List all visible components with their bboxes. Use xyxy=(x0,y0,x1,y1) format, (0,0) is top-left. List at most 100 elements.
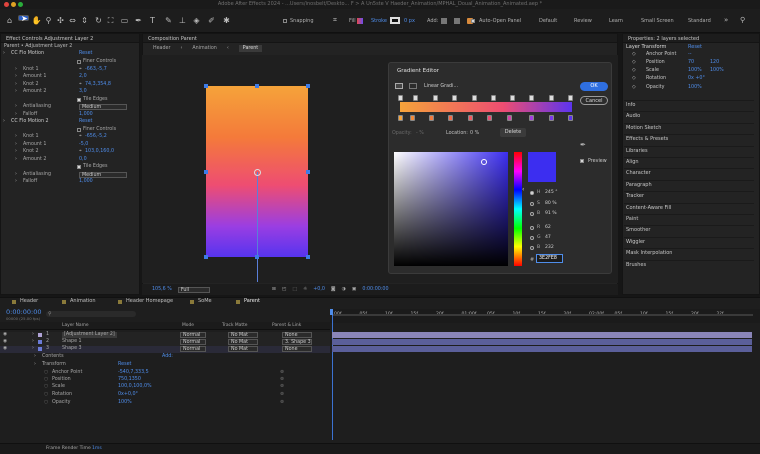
color-icon[interactable]: ◑ xyxy=(342,287,346,293)
property-value[interactable]: 0x +0° xyxy=(688,76,705,82)
workspace-default[interactable]: Default xyxy=(539,18,557,24)
roto-brush-tool-icon[interactable]: ✐ xyxy=(206,15,217,26)
effect-controls-tab[interactable]: Effect Controls Adjustment Layer 2 xyxy=(1,34,139,43)
expand-arrow-icon[interactable]: › xyxy=(15,142,17,148)
panel-item[interactable]: Paint xyxy=(626,216,638,222)
color-stop-icon[interactable] xyxy=(529,115,534,121)
opacity-stop-icon[interactable] xyxy=(452,95,457,101)
effect-row[interactable]: › CC Flo Motion 2 Reset xyxy=(1,119,141,126)
color-stop-icon[interactable] xyxy=(549,115,554,121)
layer-bar[interactable] xyxy=(332,339,752,345)
color-stop-icon[interactable] xyxy=(487,115,492,121)
panel-item[interactable]: Audio xyxy=(626,113,640,119)
property-value[interactable]: 70 xyxy=(688,60,694,66)
effect-row[interactable]: › Knot 1 ⌖ -663,-5,7 xyxy=(1,67,141,74)
expand-arrow-icon[interactable]: › xyxy=(15,89,17,95)
effect-row[interactable]: Finer Controls xyxy=(1,127,141,134)
pan-tool-icon[interactable]: ⇔ xyxy=(67,15,78,26)
composition-tab[interactable]: Composition Parent xyxy=(143,34,617,43)
effect-row[interactable]: › Falloff 1,000 xyxy=(1,112,141,119)
effect-row[interactable]: › Antialiasing Medium xyxy=(1,104,141,111)
layer-property-value[interactable]: Reset xyxy=(118,362,131,368)
pen-tool-icon[interactable]: ✒ xyxy=(133,15,144,26)
layer-property-value[interactable]: 750,1350 xyxy=(118,377,141,383)
color-stop-icon[interactable] xyxy=(410,115,415,121)
effect-checkbox[interactable] xyxy=(77,60,81,64)
puppet-tool-icon[interactable]: ✱ xyxy=(221,15,232,26)
workspace-review[interactable]: Review xyxy=(574,18,592,24)
layer-property-row[interactable]: ◌ Opacity 100% ⊚ xyxy=(0,400,330,407)
expand-arrow-icon[interactable]: › xyxy=(15,74,17,80)
layer-property-row[interactable]: ◌ Scale 100,0,100,0% ⊚ xyxy=(0,384,330,391)
crosshair-icon[interactable]: ⌖ xyxy=(79,82,82,88)
orbit-tool-icon[interactable]: ✣ xyxy=(55,15,66,26)
effect-row[interactable]: Tile Edges xyxy=(1,164,141,171)
color-mode-radio[interactable] xyxy=(530,212,534,216)
transform-handle[interactable] xyxy=(306,84,310,88)
layer-property-row[interactable]: ◌ Anchor Point -540,7,333,5 ⊚ xyxy=(0,370,330,377)
col-parent[interactable]: Parent & Link xyxy=(272,323,301,328)
color-stop-icon[interactable] xyxy=(429,115,434,121)
panel-item[interactable]: Libraries xyxy=(626,148,648,154)
camera-tool-icon[interactable]: ⛶ xyxy=(105,15,116,26)
workspace-standard[interactable]: Standard xyxy=(688,18,711,24)
visibility-icon[interactable]: ◉ xyxy=(3,346,7,352)
color-mode-radio[interactable] xyxy=(530,226,534,230)
color-mode-radio[interactable] xyxy=(530,246,534,250)
color-mode-radio[interactable] xyxy=(530,202,534,206)
hue-slider-arrow-icon[interactable]: ‹ xyxy=(522,186,524,193)
fill-swatch[interactable] xyxy=(357,18,363,24)
effect-row-value[interactable]: 1,000 xyxy=(79,179,93,185)
zoom-tool-icon[interactable]: ⚲ xyxy=(43,15,54,26)
effect-row-value[interactable]: 1,000 xyxy=(79,112,93,118)
expand-arrow-icon[interactable]: › xyxy=(3,51,5,57)
panel-item[interactable]: Smoother xyxy=(626,227,650,233)
layer-bar[interactable] xyxy=(332,346,752,352)
opacity-stop-icon[interactable] xyxy=(568,95,573,101)
col-mode[interactable]: Mode xyxy=(182,323,194,328)
workspace-overflow-icon[interactable]: » xyxy=(724,16,728,24)
selection-tool-icon[interactable]: ➤ xyxy=(18,15,29,23)
stroke-width-value[interactable]: 0 px xyxy=(404,18,415,24)
stroke-swatch[interactable] xyxy=(390,17,400,24)
opacity-stop-icon[interactable] xyxy=(413,95,418,101)
layer-name[interactable]: Shape 3 xyxy=(62,346,82,352)
color-field-value[interactable]: 91 % xyxy=(545,211,557,217)
layer-property-row[interactable]: ◌ Rotation 0x+0,0° ⊚ xyxy=(0,392,330,399)
eraser-tool-icon[interactable]: ◈ xyxy=(191,15,202,26)
effect-row-value[interactable]: -656,-5,2 xyxy=(85,134,107,140)
col-layer-name[interactable]: Layer Name xyxy=(62,323,89,328)
blend-mode-select[interactable]: Normal xyxy=(180,339,206,345)
keyframe-toggle-icon[interactable]: ◇ xyxy=(632,68,636,74)
layer-property-row[interactable]: ◌ Position 750,1350 ⊚ xyxy=(0,377,330,384)
panel-item[interactable]: Info xyxy=(626,102,635,108)
color-stop-icon[interactable] xyxy=(507,115,512,121)
stroke-label[interactable]: Stroke xyxy=(371,18,387,24)
effect-row-value[interactable]: 2,0 xyxy=(79,74,87,80)
transform-handle[interactable] xyxy=(204,255,208,259)
preview-checkbox[interactable] xyxy=(580,159,584,163)
exposure-icon[interactable]: ☼ xyxy=(303,287,307,293)
expand-arrow-icon[interactable]: › xyxy=(15,179,17,185)
layer-property-value[interactable]: Add: xyxy=(162,354,173,360)
effect-row[interactable]: › Falloff 1,000 xyxy=(1,179,141,186)
effect-row-value[interactable]: Reset xyxy=(79,51,92,57)
grid-icon[interactable]: ⊞ xyxy=(272,287,276,293)
expand-arrow-icon[interactable]: › xyxy=(15,112,17,118)
timeline-tab[interactable]: Animation xyxy=(70,298,96,304)
effect-row[interactable]: › Amount 2 3,0 xyxy=(1,89,141,96)
rectangle-tool-icon[interactable]: ▭ xyxy=(119,15,130,26)
property-value-2[interactable]: 100% xyxy=(710,68,724,74)
effect-row-value[interactable]: 74,3,354,8 xyxy=(85,82,111,88)
link-icon[interactable]: ⊚ xyxy=(280,370,284,376)
layer-name[interactable]: Shape 1 xyxy=(62,339,82,345)
rotation-tool-icon[interactable]: ↻ xyxy=(93,15,104,26)
panel-item[interactable]: Tracker xyxy=(626,193,644,199)
cancel-button[interactable]: Cancel xyxy=(580,96,608,105)
timeline-search-input[interactable] xyxy=(46,311,136,317)
expand-arrow-icon[interactable]: › xyxy=(15,82,17,88)
twirl-icon[interactable]: ◌ xyxy=(44,384,48,390)
eyedropper-icon[interactable]: ✒ xyxy=(580,141,586,149)
crumb-parent[interactable]: Parent xyxy=(238,44,263,53)
effect-checkbox[interactable] xyxy=(77,165,81,169)
